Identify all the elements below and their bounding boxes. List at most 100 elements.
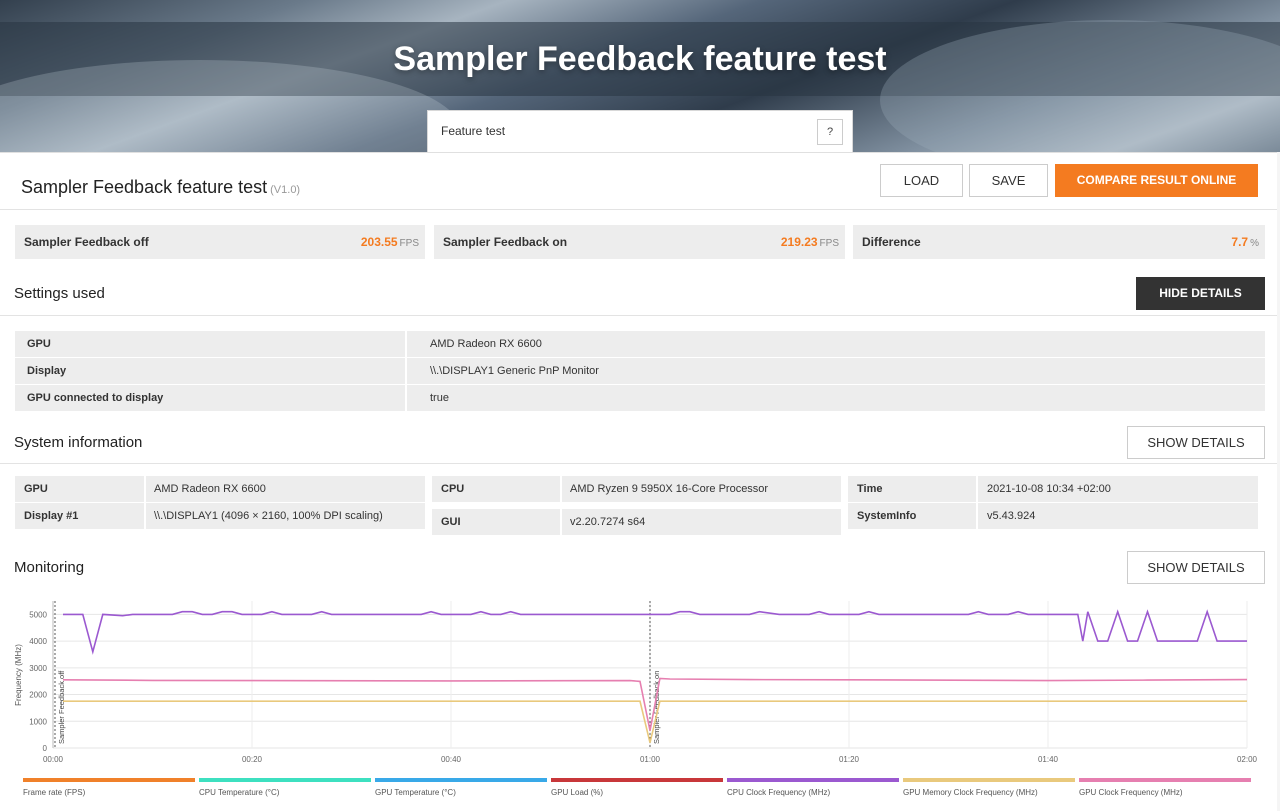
- save-button[interactable]: SAVE: [969, 164, 1048, 197]
- score-name: Difference: [862, 235, 921, 249]
- system-key: GPU: [24, 483, 48, 495]
- legend-swatch: [727, 778, 899, 782]
- settings-value: true: [430, 392, 449, 404]
- test-type-selector[interactable]: Feature test ?: [427, 110, 853, 152]
- cell-divider: [405, 331, 407, 357]
- load-button[interactable]: LOAD: [880, 164, 963, 197]
- show-system-details-button[interactable]: SHOW DETAILS: [1127, 426, 1265, 459]
- system-key: SystemInfo: [857, 510, 917, 522]
- score-card: Sampler Feedback on 219.23 FPS: [434, 225, 845, 259]
- legend-swatch: [1079, 778, 1251, 782]
- system-info-cell: Time 2021-10-08 10:34 +02:00: [848, 476, 1258, 502]
- settings-row: Display \\.\DISPLAY1 Generic PnP Monitor: [15, 358, 1265, 384]
- cell-divider: [144, 503, 146, 529]
- result-version: (V1.0): [270, 184, 301, 196]
- legend-item[interactable]: CPU Clock Frequency (MHz): [727, 778, 899, 798]
- legend-swatch: [23, 778, 195, 782]
- system-info-cell: SystemInfo v5.43.924: [848, 503, 1258, 529]
- test-type-label: Feature test: [441, 124, 506, 138]
- help-button[interactable]: ?: [817, 119, 843, 145]
- cell-divider: [405, 358, 407, 384]
- divider: [0, 315, 1280, 316]
- score-card: Sampler Feedback off 203.55 FPS: [15, 225, 425, 259]
- system-info-heading: System information: [14, 434, 143, 451]
- cell-divider: [560, 476, 562, 502]
- result-name: Sampler Feedback feature test: [21, 177, 268, 197]
- x-tick-label: 01:40: [1038, 755, 1059, 764]
- x-tick-label: 01:00: [640, 755, 661, 764]
- y-tick-label: 5000: [29, 610, 47, 619]
- settings-key: GPU connected to display: [27, 392, 164, 404]
- system-info-cell: GPU AMD Radeon RX 6600: [15, 476, 425, 502]
- legend-label: GPU Clock Frequency (MHz): [1079, 788, 1183, 797]
- system-value: \\.\DISPLAY1 (4096 × 2160, 100% DPI scal…: [154, 510, 383, 522]
- settings-row: GPU AMD Radeon RX 6600: [15, 331, 1265, 357]
- legend-label: CPU Temperature (°C): [199, 788, 280, 797]
- legend-label: CPU Clock Frequency (MHz): [727, 788, 831, 797]
- system-info-cell: GUI v2.20.7274 s64: [432, 509, 841, 535]
- legend-item[interactable]: GPU Load (%): [551, 778, 723, 798]
- settings-heading: Settings used: [14, 285, 105, 302]
- series-line: [63, 609, 1247, 655]
- settings-value: AMD Radeon RX 6600: [430, 338, 542, 350]
- legend-label: GPU Load (%): [551, 788, 604, 797]
- show-monitoring-details-button[interactable]: SHOW DETAILS: [1127, 551, 1265, 584]
- monitoring-chart: Frequency (MHz) 0 1000 2000 3000 4000 5000 00:…: [14, 601, 1258, 764]
- result-title: Sampler Feedback feature test (V1.0): [21, 177, 300, 198]
- y-tick-label: 4000: [29, 637, 47, 646]
- legend-swatch: [551, 778, 723, 782]
- legend-label: Frame rate (FPS): [23, 788, 86, 797]
- y-tick-label: 0: [43, 744, 48, 753]
- score-value: 219.23 FPS: [780, 235, 839, 249]
- settings-key: Display: [27, 365, 67, 377]
- legend-swatch: [199, 778, 371, 782]
- hide-details-button[interactable]: HIDE DETAILS: [1136, 277, 1265, 310]
- divider: [0, 463, 1280, 464]
- legend-label: GPU Temperature (°C): [375, 788, 456, 797]
- compare-online-button[interactable]: COMPARE RESULT ONLINE: [1055, 164, 1258, 197]
- y-tick-label: 2000: [29, 691, 47, 700]
- system-key: GUI: [441, 516, 461, 528]
- score-card: Difference 7.7%: [853, 225, 1265, 259]
- legend-item[interactable]: GPU Temperature (°C): [375, 778, 547, 798]
- x-tick-label: 00:00: [43, 755, 64, 764]
- y-tick-label: 1000: [29, 717, 47, 726]
- result-panel: Sampler Feedback feature test (V1.0) LOAD…: [0, 152, 1280, 811]
- x-tick-label: 00:20: [242, 755, 263, 764]
- cell-divider: [976, 503, 978, 529]
- legend-swatch: [375, 778, 547, 782]
- score-value: 7.7%: [1231, 235, 1259, 249]
- settings-key: GPU: [27, 338, 51, 350]
- cell-divider: [144, 476, 146, 502]
- system-value: AMD Radeon RX 6600: [154, 483, 266, 495]
- system-key: Display #1: [24, 510, 79, 522]
- system-info-cell: CPU AMD Ryzen 9 5950X 16-Core Processor: [432, 476, 841, 502]
- x-tick-label: 02:00: [1237, 755, 1258, 764]
- y-tick-label: 3000: [29, 664, 47, 673]
- system-value: v2.20.7274 s64: [570, 516, 646, 528]
- x-tick-label: 01:20: [839, 755, 860, 764]
- cell-divider: [405, 385, 407, 411]
- page-title: Sampler Feedback feature test: [393, 40, 887, 78]
- cell-divider: [976, 476, 978, 502]
- legend-item[interactable]: GPU Memory Clock Frequency (MHz): [903, 778, 1075, 798]
- settings-row: GPU connected to display true: [15, 385, 1265, 411]
- divider: [0, 209, 1280, 210]
- legend-item[interactable]: GPU Clock Frequency (MHz): [1079, 778, 1251, 798]
- system-value: AMD Ryzen 9 5950X 16-Core Processor: [570, 483, 769, 495]
- cell-divider: [560, 509, 562, 535]
- system-value: 2021-10-08 10:34 +02:00: [987, 483, 1111, 495]
- legend-item[interactable]: Frame rate (FPS): [23, 778, 195, 798]
- system-key: Time: [857, 483, 883, 495]
- monitoring-heading: Monitoring: [14, 559, 85, 576]
- system-info-cell: Display #1 \\.\DISPLAY1 (4096 × 2160, 10…: [15, 503, 425, 529]
- phase-marker-label: Sampler Feedback off: [57, 670, 66, 744]
- score-value: 203.55 FPS: [360, 235, 419, 249]
- x-tick-label: 00:40: [441, 755, 462, 764]
- score-name: Sampler Feedback on: [443, 235, 568, 249]
- legend-item[interactable]: CPU Temperature (°C): [199, 778, 371, 798]
- score-name: Sampler Feedback off: [24, 235, 149, 249]
- legend-swatch: [903, 778, 1075, 782]
- y-axis-label: Frequency (MHz): [14, 644, 23, 706]
- system-value: v5.43.924: [987, 510, 1036, 522]
